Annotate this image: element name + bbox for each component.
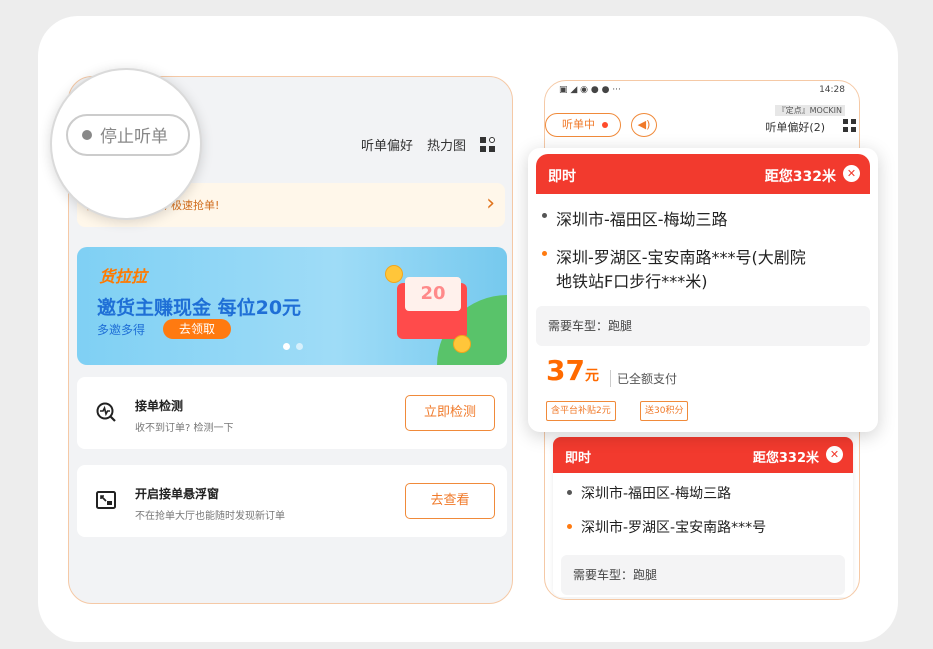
listen-preference-link[interactable]: 听单偏好	[361, 135, 413, 154]
order-type: 即时	[548, 169, 576, 185]
popup-header: 即时 距您332米 ✕	[536, 154, 870, 194]
pickup-address: 深圳市-福田区-梅坳三路	[528, 206, 878, 230]
dropoff-line-2: 地铁站F口步行***米)	[556, 272, 708, 291]
banner-subtitle: 多邀多得	[97, 323, 146, 337]
floating-window-card: 开启接单悬浮窗 不在抢单大厅也能随时发现新订单 去查看	[77, 465, 507, 537]
magnifier-callout: 停止听单	[50, 68, 202, 220]
dropoff-address: 深圳市-罗湖区-宝安南路***号	[553, 517, 853, 537]
order-card[interactable]: 即时 距您332米 ✕ 深圳市-福田区-梅坳三路 深圳市-罗湖区-宝安南路***…	[553, 437, 853, 597]
heatmap-link[interactable]: 热力图	[427, 135, 466, 154]
dropoff-line-1: 深圳-罗湖区-宝安南路***号(大剧院	[556, 248, 806, 267]
card-title: 开启接单悬浮窗	[135, 487, 220, 501]
card-title: 接单检测	[135, 399, 184, 413]
red-envelope-amount: 20	[405, 277, 461, 311]
listen-preference-count[interactable]: 听单偏好(2)	[765, 119, 825, 135]
close-icon[interactable]: ✕	[843, 165, 860, 182]
stop-listening-button[interactable]: 停止听单	[66, 114, 190, 156]
grid-settings-icon[interactable]	[480, 136, 496, 153]
card-desc: 不在抢单大厅也能随时发现新订单	[135, 511, 285, 522]
speaker-icon[interactable]: ◀)	[631, 113, 657, 137]
price-unit: 元	[584, 368, 599, 384]
order-header: 即时 距您332米 ✕	[553, 437, 853, 473]
vehicle-type: 需要车型：跑腿	[561, 555, 845, 595]
dropoff-address: 深圳-罗湖区-宝安南路***号(大剧院 地铁站F口步行***米)	[528, 244, 878, 292]
carousel-indicator	[283, 343, 303, 350]
coin-icon	[385, 265, 403, 283]
coin-icon	[453, 335, 471, 353]
promo-banner[interactable]: 货拉拉 邀货主赚现金 每位20元 多邀多得 去领取 20	[77, 247, 507, 365]
subsidy-tag: 含平台补贴2元	[546, 401, 616, 421]
listening-label: 听单中	[562, 118, 595, 131]
order-popup[interactable]: 即时 距您332米 ✕ 深圳市-福田区-梅坳三路 深圳-罗湖区-宝安南路***号…	[528, 148, 878, 432]
close-icon[interactable]: ✕	[826, 446, 843, 463]
card-desc: 收不到订单? 检测一下	[135, 423, 234, 434]
floating-window-icon	[96, 491, 116, 509]
order-distance: 距您332米	[764, 169, 836, 185]
listening-dot-icon	[602, 122, 608, 128]
order-distance: 距您332米	[752, 451, 819, 466]
listening-toggle[interactable]: 听单中	[545, 113, 621, 137]
search-pulse-icon	[96, 402, 116, 422]
price: 37元	[546, 354, 599, 387]
brand-logo: 货拉拉	[99, 267, 148, 286]
payment-status: 已全额支付	[610, 370, 677, 387]
check-now-button[interactable]: 立即检测	[405, 395, 495, 431]
banner-title: 邀货主赚现金 每位20元	[97, 297, 302, 319]
order-type: 即时	[565, 451, 592, 466]
status-dot-icon	[82, 130, 92, 140]
order-check-card: 接单检测 收不到订单? 检测一下 立即检测	[77, 377, 507, 449]
points-tag: 送30积分	[640, 401, 689, 421]
banner-claim-button[interactable]: 去领取	[163, 319, 231, 339]
pickup-address: 深圳市-福田区-梅坳三路	[553, 483, 853, 503]
grid-settings-icon[interactable]	[843, 119, 857, 133]
chevron-right-icon: ›	[486, 191, 495, 216]
price-amount: 37	[546, 354, 585, 387]
vehicle-type: 需要车型：跑腿	[536, 306, 870, 346]
stop-listening-label: 停止听单	[100, 127, 168, 147]
view-button[interactable]: 去查看	[405, 483, 495, 519]
